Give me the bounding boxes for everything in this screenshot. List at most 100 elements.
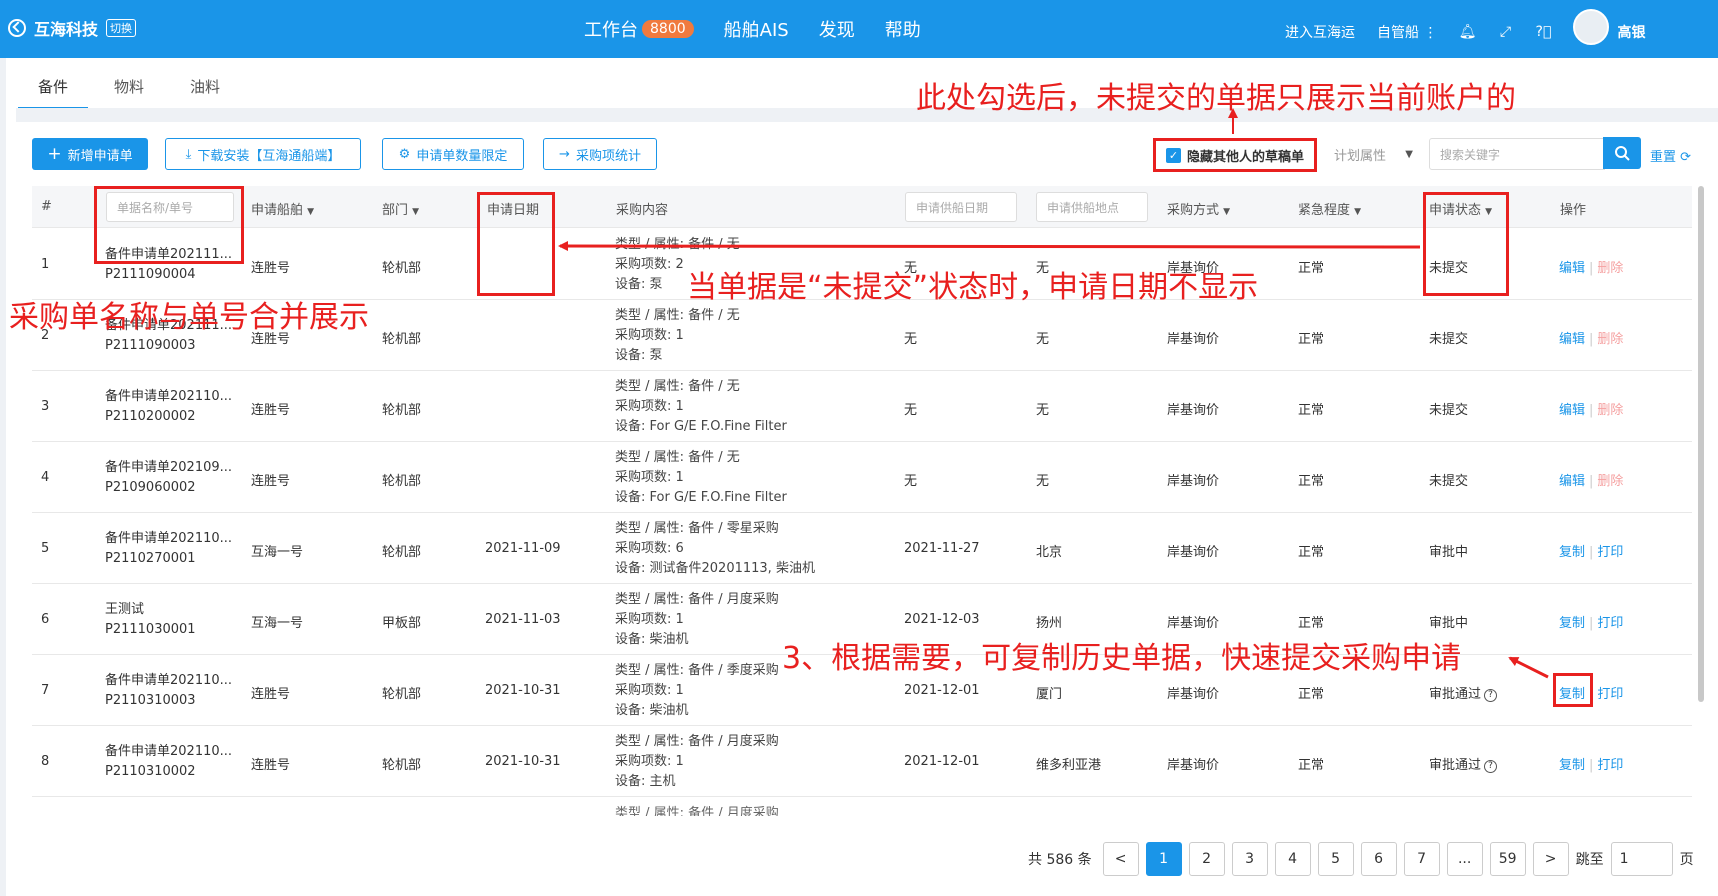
row-name[interactable]: 备件申请单202110... P2110270001 [105,529,232,569]
content-equipment: 设备: For G/E F.O.Fine Filter [615,490,787,505]
row-dept: 轮机部 [382,474,422,489]
row-apply-date: 2021-11-09 [485,541,561,556]
edit-button[interactable]: 编辑 [1559,474,1585,489]
row-supply-place: 维多利亚港 [1036,758,1102,773]
caret-down-icon: ▼ [1354,207,1362,217]
nav-ship-ais[interactable]: 船舶AIS [724,16,789,42]
new-request-button[interactable]: + 新增申请单 [32,138,148,170]
row-index: 3 [41,399,50,414]
tab-spare-parts[interactable]: 备件 [18,76,89,109]
row-ship: 连胜号 [251,261,291,276]
page-2[interactable]: 2 [1188,842,1225,876]
print-button[interactable]: 打印 [1597,687,1623,702]
edit-button[interactable]: 编辑 [1559,403,1585,418]
page-59[interactable]: 59 [1489,842,1526,876]
page-4[interactable]: 4 [1274,842,1311,876]
annotation-box-copy [1553,673,1593,707]
tab-oil[interactable]: 油料 [190,76,220,109]
row-name[interactable]: 王测试 P2111030001 [105,600,196,640]
own-ship-menu[interactable]: 自管船 ⋮ [1377,22,1437,42]
question-icon[interactable]: ?⃝ [1535,24,1552,40]
col-urgency[interactable]: 紧急程度 ▼ [1298,199,1361,218]
copy-button[interactable]: 复制 [1559,545,1585,560]
nav-workbench[interactable]: 工作台 8800 [584,16,694,42]
bell-icon[interactable]: 🔔︎ [1459,24,1477,40]
row-content: 类型 / 属性: 备件 / 无采购项数: 1 设备: 泵 [615,306,740,366]
user-menu[interactable]: 高银 [1573,9,1645,45]
fullscreen-icon[interactable]: ⤢ [1497,24,1513,40]
search-button[interactable] [1603,137,1641,169]
copy-button[interactable]: 复制 [1559,616,1585,631]
row-supply-place: 无 [1036,332,1050,347]
status-text: 审批通过 [1429,687,1482,702]
delete-button[interactable]: 删除 [1597,261,1623,276]
delete-button[interactable]: 删除 [1597,474,1623,489]
page-6[interactable]: 6 [1360,842,1397,876]
row-name[interactable]: 备件申请单202109... P2109060002 [105,458,232,498]
copy-button[interactable]: 复制 [1559,758,1585,773]
nav-discover[interactable]: 发现 [819,16,855,42]
stats-button[interactable]: → 采购项统计 [543,138,657,170]
row-method: 岸基询价 [1167,616,1220,631]
supply-date-filter[interactable]: 申请供船日期 [905,192,1017,222]
row-supply-place: 北京 [1036,545,1063,560]
row-supply-place: 无 [1036,474,1050,489]
tab-materials[interactable]: 物料 [114,76,144,109]
check-icon: ✓ [1166,147,1181,163]
row-name[interactable]: 备件申请单202110... P2110200002 [105,387,232,427]
col-ship[interactable]: 申请船舶 ▼ [251,199,314,218]
reset-button[interactable]: 重置 ⟳ [1650,146,1691,165]
next-page-button[interactable]: > [1532,842,1569,876]
row-index: 6 [41,612,50,627]
page-7[interactable]: 7 [1403,842,1440,876]
print-button[interactable]: 打印 [1597,545,1623,560]
question-circle-icon[interactable]: ? [1484,760,1498,773]
top-bar: 互海科技 切换 工作台 8800 船舶AIS 发现 帮助 进入互海运 自管船 ⋮… [0,0,1718,58]
switch-button[interactable]: 切换 [106,19,137,37]
scrollbar[interactable] [1698,186,1704,702]
row-ops: 复制 | 打印 [1559,754,1623,773]
request-no: P2110270001 [105,551,196,566]
col-method-label: 采购方式 [1167,203,1220,218]
gear-icon: ⚙ [398,146,411,162]
brand[interactable]: 互海科技 切换 [8,16,137,40]
search-input[interactable]: 搜索关键字 [1429,138,1605,170]
row-status: 未提交 [1429,470,1468,489]
content-type: 类型 / 属性: 备件 / 月度采购 [615,592,779,607]
prev-page-button[interactable]: < [1102,842,1139,876]
download-button[interactable]: ⤓ 下载安装【互海通船端】 [165,138,361,170]
print-button[interactable]: 打印 [1597,758,1623,773]
row-name[interactable]: 备件申请单202110... P2110310002 [105,742,232,782]
jump-input[interactable]: 1 [1610,842,1673,876]
content-equipment: 设备: For G/E F.O.Fine Filter [615,419,787,434]
supply-place-filter[interactable]: 申请供船地点 [1036,192,1148,222]
print-button[interactable]: 打印 [1597,616,1623,631]
col-method[interactable]: 采购方式 ▼ [1167,199,1230,218]
hide-drafts-checkbox[interactable]: ✓ 隐藏其他人的草稿单 [1153,138,1317,172]
edit-button[interactable]: 编辑 [1559,332,1585,347]
table-row: 5 备件申请单202110... P2110270001 互海一号 轮机部 2021-11… [32,513,1692,584]
page-5[interactable]: 5 [1317,842,1354,876]
limit-button[interactable]: ⚙ 申请单数量限定 [382,138,524,170]
delete-button[interactable]: 删除 [1597,403,1623,418]
edit-button[interactable]: 编辑 [1559,261,1585,276]
row-supply-place: 厦门 [1036,687,1063,702]
col-ops: 操作 [1560,203,1587,218]
row-ship: 连胜号 [251,474,291,489]
row-apply-date: 2021-10-31 [485,683,561,698]
row-name[interactable]: 备件申请单202110... P2110310003 [105,671,232,711]
content-count: 采购项数: 1 [615,328,684,343]
col-dept[interactable]: 部门 ▼ [382,199,419,218]
page-1[interactable]: 1 [1145,842,1182,876]
row-supply-date: 无 [904,403,918,418]
enter-huhaiyun-link[interactable]: 进入互海运 [1285,22,1355,42]
plan-attr-select[interactable]: 计划属性 ▼ [1326,138,1421,170]
content-count: 采购项数: 1 [615,683,684,698]
nav-help[interactable]: 帮助 [885,16,921,42]
delete-button[interactable]: 删除 [1597,332,1623,347]
row-status: 未提交 [1429,328,1468,347]
question-circle-icon[interactable]: ? [1484,689,1498,702]
page-3[interactable]: 3 [1231,842,1268,876]
request-name: 王测试 [105,602,145,617]
page-ellipsis[interactable]: ... [1446,842,1483,876]
